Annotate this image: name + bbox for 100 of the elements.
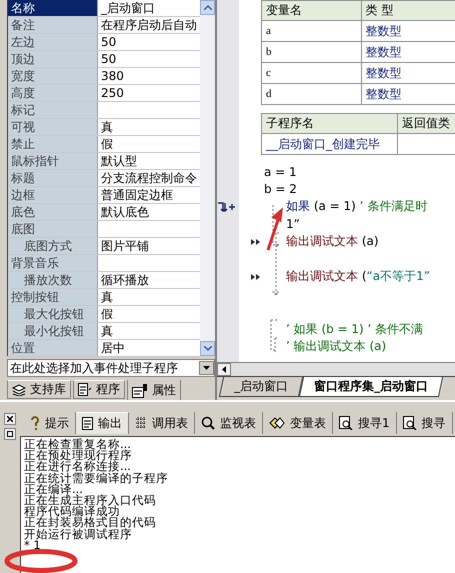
output-line: 正在统计需要编译的子程序 — [24, 472, 169, 484]
table-cell: c — [262, 62, 361, 84]
column-header: 返回值类 — [397, 114, 455, 134]
property-value[interactable]: 默认型 — [98, 153, 200, 169]
output-tab[interactable]: 搜寻1 — [333, 412, 397, 434]
column-header: 类 型 — [361, 0, 455, 20]
table-cell: a — [262, 20, 361, 42]
property-name[interactable]: 可视 — [8, 119, 98, 135]
property-name[interactable]: 顶边 — [8, 51, 98, 67]
caret-down-icon — [204, 346, 212, 351]
property-value[interactable]: 假 — [98, 306, 200, 322]
property-name[interactable]: 左边 — [8, 34, 98, 50]
output-line: 正在检查重复名称... — [24, 439, 132, 450]
dropdown-arrow-icon — [203, 366, 210, 370]
property-value[interactable]: 假 — [98, 136, 200, 152]
property-name[interactable]: 控制按钮 — [8, 289, 98, 305]
code-line: 1” — [286, 217, 300, 232]
file-tab[interactable]: _启动窗口 — [218, 377, 304, 397]
property-name[interactable]: 背景音乐 — [8, 255, 98, 271]
property-value[interactable]: 居中 — [98, 340, 200, 356]
search-icon — [402, 416, 417, 430]
property-value[interactable]: 在程序启动后自动 — [98, 17, 200, 33]
property-value[interactable]: 图片平铺 — [98, 238, 200, 254]
property-name[interactable]: 底图 — [8, 221, 98, 237]
property-name[interactable]: 宽度 — [8, 68, 98, 84]
property-value[interactable]: _启动窗口 — [98, 0, 200, 16]
property-value[interactable]: 循环播放 — [98, 272, 200, 288]
code-line: 输出调试文本 (a) — [286, 233, 379, 250]
output-line: 正在预处理现行程序 — [24, 450, 133, 462]
caret-left-icon — [222, 366, 226, 373]
scroll-left-button[interactable] — [217, 363, 231, 376]
annotation-arrow — [266, 210, 284, 252]
property-name[interactable]: 名称 — [8, 0, 98, 16]
output-line: 正在生成主程序入口代码 — [24, 495, 157, 506]
output-line: * 1 — [24, 540, 41, 552]
table-cell: b — [262, 42, 361, 62]
scroll-up-button[interactable] — [200, 0, 215, 15]
property-name[interactable]: 边框 — [8, 187, 98, 203]
code-line: b = 2 — [264, 182, 297, 196]
grid-icon — [135, 417, 147, 429]
column-header: 变量名 — [262, 0, 361, 20]
step-icon — [251, 239, 260, 245]
output-tab[interactable]: 输出 — [76, 412, 129, 434]
flow-control-icon — [217, 202, 237, 212]
output-tab[interactable]: 调用表 — [129, 412, 195, 434]
property-name[interactable]: 最小化按钮 — [8, 323, 98, 339]
question-icon — [30, 416, 40, 430]
document-icon — [82, 417, 93, 430]
code-line: a = 1 — [264, 164, 297, 179]
property-name[interactable]: 最大化按钮 — [8, 306, 98, 322]
panel-tab[interactable]: 支持库 — [7, 380, 71, 399]
panel-tab[interactable]: 属性 — [127, 380, 181, 402]
property-value[interactable]: 真 — [98, 289, 200, 305]
property-name[interactable]: 底色 — [8, 204, 98, 220]
step-icon — [251, 274, 260, 280]
scroll-down-button[interactable] — [200, 341, 215, 356]
property-value[interactable]: 分支流程控制命令 — [98, 170, 200, 186]
property-value[interactable]: 50 — [98, 51, 200, 67]
table-cell: __启动窗口_创建完毕 — [262, 134, 398, 154]
document-icon — [78, 383, 92, 396]
code-line: 如果 (a = 1) ’ 条件满足时 — [286, 198, 428, 216]
search-icon — [339, 416, 353, 430]
code-line: ’ 输出调试文本 (a) — [286, 338, 386, 356]
property-name[interactable]: 备注 — [8, 17, 98, 33]
square-icon — [7, 431, 13, 437]
column-header: 子程序名 — [262, 114, 398, 134]
property-name[interactable]: 标记 — [8, 102, 98, 118]
table-cell: d — [262, 84, 361, 104]
property-name[interactable]: 禁止 — [8, 136, 98, 152]
code-line: ’ 如果 (b = 1) ’ 条件不满 — [286, 320, 424, 338]
property-value[interactable]: 380 — [98, 68, 200, 84]
panel-tab[interactable]: 程序 — [73, 380, 125, 399]
close-button[interactable] — [4, 413, 16, 425]
magnifier-icon — [201, 416, 215, 430]
code-line: 输出调试文本 (“a不等于1” — [286, 268, 430, 286]
restore-button[interactable] — [4, 428, 16, 440]
close-icon — [7, 416, 13, 422]
form-icon — [132, 384, 148, 398]
property-value[interactable]: 真 — [98, 323, 200, 339]
output-tab[interactable]: 搜寻 — [396, 412, 453, 434]
property-value[interactable]: 250 — [98, 85, 200, 101]
property-name[interactable]: 高度 — [8, 85, 98, 101]
property-value[interactable]: 50 — [98, 34, 200, 50]
output-line: 开始运行被调试程序 — [24, 528, 132, 540]
property-value[interactable]: 默认底色 — [98, 204, 200, 220]
books-icon — [12, 384, 26, 396]
property-value[interactable]: 普通固定边框 — [98, 187, 200, 203]
output-tab[interactable]: 监视表 — [195, 412, 263, 434]
output-line: 正在进行名称连接... — [24, 461, 131, 473]
diamonds-icon — [269, 417, 285, 429]
property-name[interactable]: 播放次数 — [8, 272, 98, 288]
file-tab[interactable]: 窗口程序集_启动窗口 — [298, 377, 444, 397]
property-name[interactable]: 位置 — [8, 340, 98, 356]
output-line: 程序代码编译成功 — [24, 506, 120, 518]
property-name[interactable]: 标题 — [8, 170, 98, 186]
property-name[interactable]: 底图方式 — [8, 238, 98, 254]
property-name[interactable]: 鼠标指针 — [8, 153, 98, 169]
event-dropdown[interactable]: 在此处选择加入事件处理子程序 — [7, 359, 215, 377]
output-tab[interactable]: 变量表 — [263, 412, 333, 434]
property-value[interactable]: 真 — [98, 119, 200, 135]
